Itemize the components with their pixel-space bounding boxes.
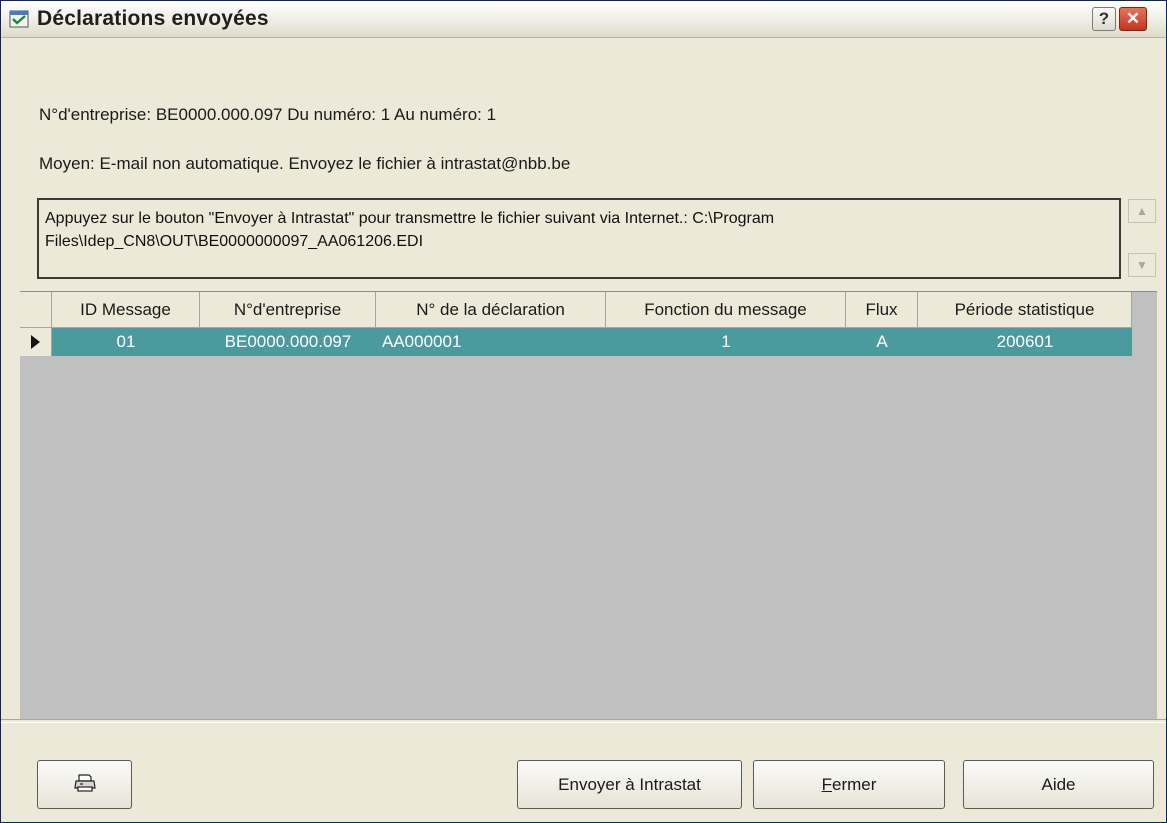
declarations-grid[interactable]: ID Message N°d'entreprise N° de la décla… [20,291,1157,719]
cell-period[interactable]: 200601 [918,328,1132,356]
close-button[interactable]: Fermer [753,760,945,809]
cell-function[interactable]: 1 [606,328,846,356]
cell-declaration[interactable]: AA000001 [376,328,606,356]
footer-divider [1,719,1166,723]
table-row[interactable]: 01 BE0000.000.097 AA000001 1 A 200601 [20,328,1132,356]
transmission-method: Moyen: E-mail non automatique. Envoyez l… [39,154,571,173]
cell-enterprise[interactable]: BE0000.000.097 [200,328,376,356]
declarations-window: Déclarations envoyées ? ✕ N°d'entreprise… [0,0,1167,823]
close-button-mnemonic: F [821,775,832,794]
send-intrastat-button[interactable]: Envoyer à Intrastat [517,760,742,809]
scroll-up-button[interactable]: ▲ [1128,199,1156,223]
column-header-function[interactable]: Fonction du message [606,292,846,328]
window-title: Déclarations envoyées [37,7,269,30]
grid-header: ID Message N°d'entreprise N° de la décla… [20,292,1132,328]
message-scrollbar[interactable]: ▲ ▼ [1127,198,1157,279]
column-header-id-message[interactable]: ID Message [52,292,200,328]
row-indicator-header [20,292,52,328]
close-title-button[interactable]: ✕ [1119,7,1147,31]
app-icon [9,10,29,28]
help-button[interactable]: Aide [963,760,1154,809]
printer-icon [73,774,96,792]
row-indicator [20,328,52,356]
cell-id-message[interactable]: 01 [52,328,200,356]
cell-flux[interactable]: A [846,328,918,356]
print-button[interactable] [37,760,132,809]
column-header-enterprise[interactable]: N°d'entreprise [200,292,376,328]
current-row-arrow-icon [31,335,40,349]
title-bar[interactable]: Déclarations envoyées ? ✕ [1,1,1166,38]
column-header-flux[interactable]: Flux [846,292,918,328]
help-title-button[interactable]: ? [1092,7,1116,31]
message-textbox[interactable]: Appuyez sur le bouton "Envoyer à Intrast… [37,198,1121,279]
close-button-label: ermer [831,775,877,794]
enterprise-info: N°d'entreprise: BE0000.000.097 Du numéro… [39,105,497,124]
column-header-period[interactable]: Période statistique [918,292,1132,328]
column-header-declaration[interactable]: N° de la déclaration [376,292,606,328]
scroll-down-button[interactable]: ▼ [1128,253,1156,277]
